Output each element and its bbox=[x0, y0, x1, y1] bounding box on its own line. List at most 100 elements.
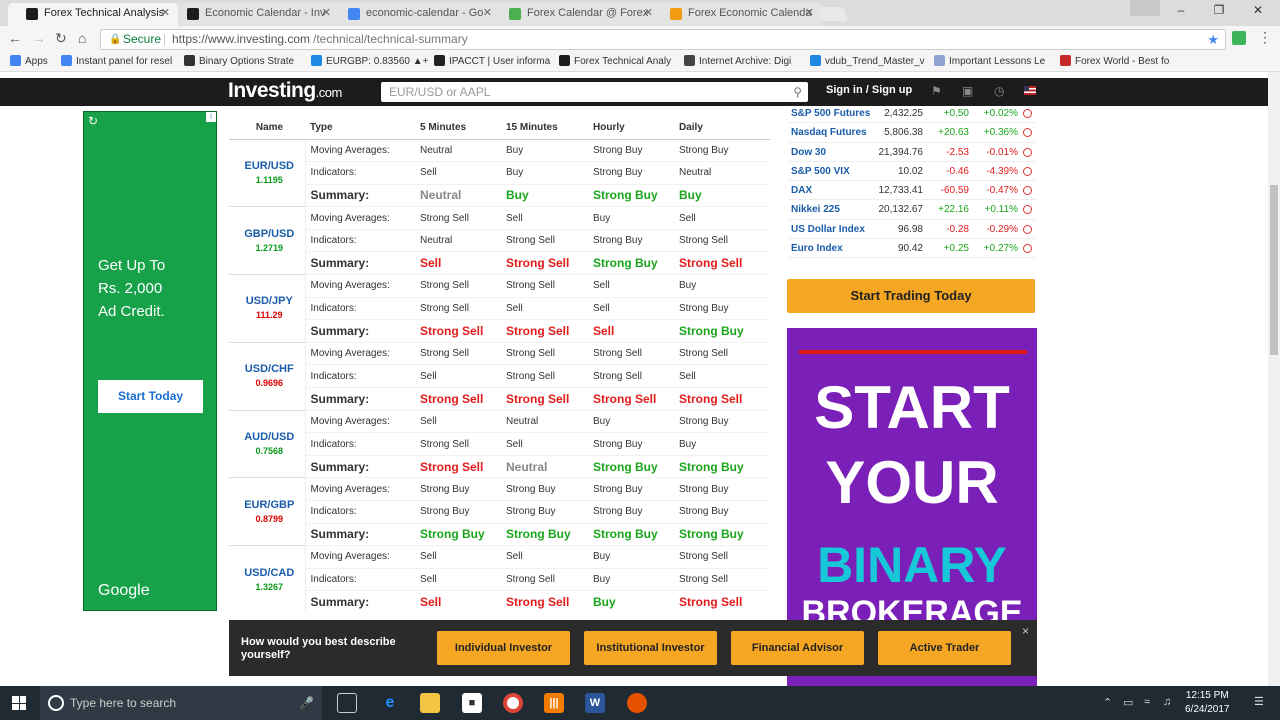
institutional-investor-button[interactable]: Institutional Investor bbox=[584, 631, 717, 665]
index-row[interactable]: US Dollar Index 96.98 -0.28 -0.29% bbox=[788, 220, 1036, 240]
reload-icon[interactable]: ↻ bbox=[55, 30, 67, 47]
close-tab-icon[interactable]: ✕ bbox=[161, 3, 170, 23]
clock-icon[interactable]: ◷ bbox=[994, 84, 1004, 98]
pair-name-link[interactable]: USD/CHF bbox=[234, 362, 305, 376]
us-flag-icon[interactable] bbox=[1024, 86, 1036, 95]
pair-name-link[interactable]: USD/JPY bbox=[234, 294, 305, 308]
battery-icon[interactable]: ▭ bbox=[1123, 696, 1133, 709]
bookmark-item[interactable]: Forex Technical Analy bbox=[559, 55, 671, 67]
pair-name-link[interactable]: EUR/GBP bbox=[234, 498, 305, 512]
bookmark-item[interactable]: Internet Archive: Digi bbox=[684, 55, 791, 67]
forward-icon[interactable]: → bbox=[32, 30, 46, 46]
task-view-icon[interactable] bbox=[337, 693, 357, 713]
close-icon[interactable]: × bbox=[1022, 624, 1029, 638]
index-name-link[interactable]: Dow 30 bbox=[791, 147, 826, 158]
word-icon[interactable]: W bbox=[585, 693, 605, 713]
index-name-link[interactable]: S&P 500 Futures bbox=[791, 108, 870, 119]
ad-info-icon[interactable]: i bbox=[206, 112, 216, 122]
new-tab-button[interactable] bbox=[815, 7, 849, 21]
browser-tab[interactable]: economic-calendar - Go ✕ bbox=[330, 3, 500, 26]
browser-tab[interactable]: Forex Economic Calenda ✕ bbox=[652, 3, 822, 26]
browser-tab[interactable]: Forex Technical Analysis ✕ bbox=[8, 3, 178, 26]
volume-icon[interactable]: ♫ bbox=[1163, 696, 1171, 708]
pair-name-link[interactable]: AUD/USD bbox=[234, 430, 305, 444]
column-header[interactable]: Name bbox=[229, 117, 305, 140]
chart-app-icon[interactable]: ||| bbox=[544, 693, 564, 713]
address-bar[interactable]: 🔒 Secure | https://www.investing.com/tec… bbox=[100, 29, 1226, 50]
index-name-link[interactable]: US Dollar Index bbox=[791, 224, 865, 235]
wifi-icon[interactable]: ≈ bbox=[1144, 696, 1150, 708]
index-name-link[interactable]: DAX bbox=[791, 185, 812, 196]
index-row[interactable]: Nikkei 225 20,132.67 +22.16 +0.11% bbox=[788, 200, 1036, 220]
pair-name-link[interactable]: GBP/USD bbox=[234, 227, 305, 241]
ad-line: Get Up To bbox=[98, 257, 166, 274]
recorder-icon[interactable] bbox=[627, 693, 647, 713]
left-banner-ad[interactable]: ↻ i Get Up To Rs. 2,000 Ad Credit. Start… bbox=[83, 111, 217, 611]
microphone-icon[interactable]: 🎤 bbox=[299, 686, 314, 720]
individual-investor-button[interactable]: Individual Investor bbox=[437, 631, 570, 665]
close-window-icon[interactable]: ✕ bbox=[1243, 3, 1273, 17]
minimize-icon[interactable]: – bbox=[1166, 3, 1196, 17]
home-icon[interactable]: ⌂ bbox=[78, 30, 86, 46]
row-type-label: Summary: bbox=[305, 522, 415, 546]
sign-in-link[interactable]: Sign in bbox=[826, 84, 863, 96]
bookmark-item[interactable]: Apps bbox=[10, 55, 48, 67]
windows-start-icon[interactable] bbox=[12, 696, 26, 710]
notifications-icon[interactable]: ☰ bbox=[1254, 695, 1264, 708]
column-header[interactable]: 5 Minutes bbox=[415, 117, 501, 140]
bookmark-item[interactable]: Binary Options Strate bbox=[184, 55, 294, 67]
bookmark-item[interactable]: IPACCT | User informa bbox=[434, 55, 550, 67]
start-trading-button[interactable]: Start Trading Today bbox=[787, 279, 1035, 313]
financial-advisor-button[interactable]: Financial Advisor bbox=[731, 631, 864, 665]
tray-chevron-icon[interactable]: ⌃ bbox=[1103, 696, 1112, 709]
active-trader-button[interactable]: Active Trader bbox=[878, 631, 1011, 665]
quote-search-input[interactable]: EUR/USD or AAPL ⚲ bbox=[381, 82, 808, 102]
index-row[interactable]: S&P 500 VIX 10.02 -0.46 -4.39% bbox=[788, 162, 1036, 182]
index-name-link[interactable]: Nasdaq Futures bbox=[791, 127, 867, 138]
column-header[interactable]: Daily bbox=[674, 117, 770, 140]
column-header[interactable]: Type bbox=[305, 117, 415, 140]
pair-cell: EUR/GBP 0.8799 bbox=[229, 477, 306, 546]
scrollbar-thumb[interactable] bbox=[1270, 185, 1278, 355]
column-header[interactable]: 15 Minutes bbox=[501, 117, 588, 140]
bookmark-item[interactable]: Instant panel for resel bbox=[61, 55, 172, 67]
pair-name-link[interactable]: EUR/USD bbox=[234, 159, 305, 173]
search-icon[interactable]: ⚲ bbox=[793, 82, 802, 102]
index-name-link[interactable]: Euro Index bbox=[791, 243, 843, 254]
file-explorer-icon[interactable] bbox=[420, 693, 440, 713]
maximize-icon[interactable]: ❐ bbox=[1204, 3, 1234, 17]
page-scrollbar[interactable] bbox=[1268, 72, 1280, 686]
signal-cell: Strong Buy bbox=[588, 161, 674, 185]
index-name-link[interactable]: Nikkei 225 bbox=[791, 204, 840, 215]
start-today-button[interactable]: Start Today bbox=[98, 380, 203, 413]
index-name-link[interactable]: S&P 500 VIX bbox=[791, 166, 850, 177]
extension-icon[interactable] bbox=[1232, 31, 1246, 45]
pair-name-link[interactable]: USD/CAD bbox=[234, 566, 305, 580]
profile-icon[interactable] bbox=[1130, 0, 1160, 16]
edge-icon[interactable]: e bbox=[380, 693, 400, 713]
investing-logo[interactable]: Investing.com bbox=[228, 79, 342, 103]
index-row[interactable]: DAX 12,733.41 -60.59 -0.47% bbox=[788, 181, 1036, 201]
bookmark-item[interactable]: vdub_Trend_Master_v bbox=[810, 55, 925, 67]
close-tab-icon[interactable]: ✕ bbox=[805, 3, 814, 23]
menu-icon[interactable]: ⋮ bbox=[1258, 29, 1272, 46]
bookmark-item[interactable]: Forex World - Best fo bbox=[1060, 55, 1169, 67]
back-icon[interactable]: ← bbox=[8, 30, 22, 46]
taskbar-search[interactable]: Type here to search 🎤 bbox=[40, 686, 322, 720]
chrome-icon[interactable] bbox=[503, 693, 523, 713]
store-icon[interactable]: ■ bbox=[462, 693, 482, 713]
browser-tab[interactable]: Forex Calendar @ Forex ✕ bbox=[491, 3, 661, 26]
bell-icon[interactable]: ⚑ bbox=[931, 84, 942, 98]
index-row[interactable]: Nasdaq Futures 5,806.38 +20.63 +0.36% bbox=[788, 123, 1036, 143]
browser-tab[interactable]: Economic Calendar - Inv ✕ bbox=[169, 3, 339, 26]
portfolio-icon[interactable]: ▣ bbox=[962, 84, 973, 98]
index-row[interactable]: Dow 30 21,394.76 -2.53 -0.01% bbox=[788, 143, 1036, 162]
star-icon[interactable]: ★ bbox=[1207, 30, 1219, 49]
index-row[interactable]: S&P 500 Futures 2,432.25 +0.50 +0.02% bbox=[788, 104, 1036, 124]
column-header[interactable]: Hourly bbox=[588, 117, 674, 140]
bookmark-item[interactable]: Important Lessons Le bbox=[934, 55, 1045, 67]
index-row[interactable]: Euro Index 90.42 +0.25 +0.27% bbox=[788, 239, 1036, 259]
sign-up-link[interactable]: Sign up bbox=[872, 84, 912, 96]
bookmark-item[interactable]: EURGBP: 0.83560 ▲+ bbox=[311, 55, 428, 67]
taskbar-clock[interactable]: 12:15 PM 6/24/2017 bbox=[1185, 689, 1230, 717]
